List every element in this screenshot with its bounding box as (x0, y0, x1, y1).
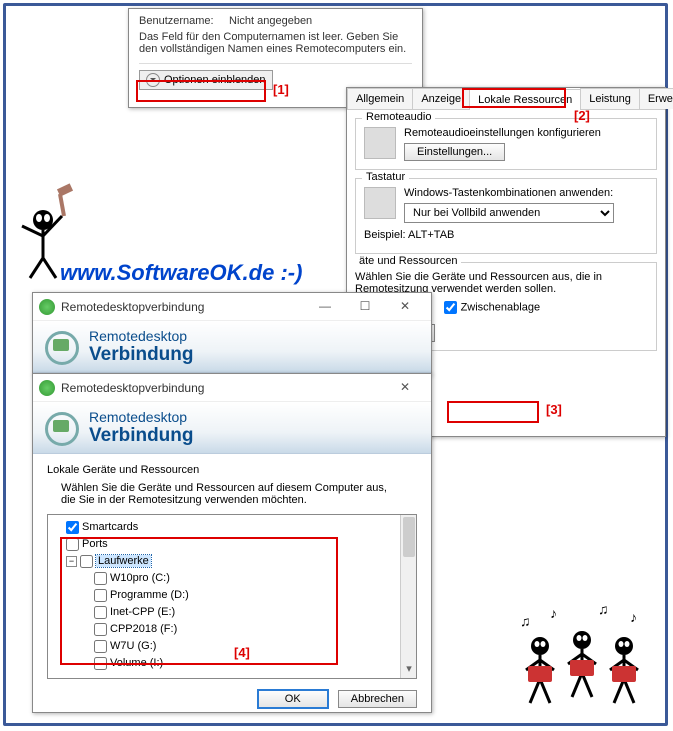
stick-figure-hammer-icon (8, 180, 78, 280)
svg-text:♪: ♪ (630, 609, 637, 625)
cancel-button[interactable]: Abbrechen (338, 690, 417, 708)
rdp-banner-icon (43, 329, 79, 365)
keyboard-combo-select[interactable]: Nur bei Vollbild anwenden (404, 203, 614, 223)
keyboard-text: Windows-Tastenkombinationen anwenden: (364, 187, 648, 199)
dialog-banner-line2: Verbindung (89, 425, 194, 447)
speaker-icon (364, 127, 396, 159)
clipboard-checkbox[interactable] (444, 301, 457, 314)
audio-text: Remoteaudioeinstellungen konfigurieren (364, 127, 648, 139)
dialog-close-button[interactable]: ✕ (385, 378, 425, 398)
keyboard-example: Beispiel: ALT+TAB (364, 229, 648, 241)
svg-text:♫: ♫ (598, 606, 609, 617)
svg-text:♪: ♪ (550, 606, 557, 621)
banner-line2: Verbindung (89, 344, 194, 366)
annotation-box-2 (462, 88, 566, 108)
tab-advanced[interactable]: Erweitert (639, 88, 673, 109)
dialog-banner-line1: Remotedesktop (89, 409, 194, 425)
annotation-box-1 (136, 80, 266, 102)
annotation-label-1: [1] (273, 82, 289, 97)
local-devices-instruction: Wählen Sie die Geräte und Ressourcen auf… (61, 482, 401, 506)
annotation-label-2: [2] (574, 108, 590, 123)
local-devices-group-title: Lokale Geräte und Ressourcen (47, 464, 417, 476)
dialog-titlebar: Remotedesktopverbindung ✕ (33, 374, 431, 402)
svg-text:♫: ♫ (520, 613, 531, 629)
computer-warning: Das Feld für den Computernamen ist leer.… (139, 31, 412, 55)
rdp-app-icon (39, 299, 55, 315)
scroll-down-icon[interactable]: ▾ (401, 662, 417, 678)
groupbox-devices-title: äte und Ressourcen (355, 255, 461, 267)
banner-line1: Remotedesktop (89, 328, 194, 344)
rdp-banner: Remotedesktop Verbindung (33, 321, 431, 373)
groupbox-keyboard: Tastatur Windows-Tastenkombinationen anw… (355, 178, 657, 254)
annotation-box-4 (60, 537, 338, 665)
username-value: Nicht angegeben (229, 15, 312, 27)
annotation-box-3 (447, 401, 539, 423)
close-button[interactable]: ✕ (385, 297, 425, 317)
dialog-banner: Remotedesktop Verbindung (33, 402, 431, 454)
groupbox-keyboard-title: Tastatur (362, 171, 409, 183)
audio-settings-button[interactable]: Einstellungen... (404, 143, 505, 161)
titlebar: Remotedesktopverbindung — ☐ ✕ (33, 293, 431, 321)
groupbox-audio-title: Remoteaudio (362, 111, 435, 123)
annotation-label-4: [4] (234, 645, 250, 660)
rdp-main-window: Remotedesktopverbindung — ☐ ✕ Remotedesk… (32, 292, 432, 375)
groupbox-audio: Remoteaudio Remoteaudioeinstellungen kon… (355, 118, 657, 170)
tree-scrollbar[interactable]: ▴ ▾ (400, 515, 416, 678)
stick-figure-choir-icon: ♪ ♫ ♪ ♫ (510, 606, 660, 716)
username-label: Benutzername: (139, 15, 229, 27)
scroll-thumb[interactable] (403, 517, 415, 557)
dialog-title: Remotedesktopverbindung (61, 381, 204, 395)
annotation-label-3: [3] (546, 402, 562, 417)
tab-performance[interactable]: Leistung (580, 88, 640, 109)
clipboard-checkbox-label[interactable]: Zwischenablage (444, 301, 541, 314)
keyboard-icon (364, 187, 396, 219)
rdp-app-icon (39, 380, 55, 396)
website-watermark: www.SoftwareOK.de :-) (60, 260, 302, 286)
tree-item-smartcards[interactable]: Smartcards (66, 519, 412, 536)
tab-general[interactable]: Allgemein (347, 88, 413, 109)
window-title: Remotedesktopverbindung (61, 300, 204, 314)
ok-button[interactable]: OK (257, 689, 329, 709)
smartcards-checkbox[interactable] (66, 521, 79, 534)
maximize-button[interactable]: ☐ (345, 297, 385, 317)
rdp-banner-icon (43, 410, 79, 446)
minimize-button[interactable]: — (305, 297, 345, 317)
